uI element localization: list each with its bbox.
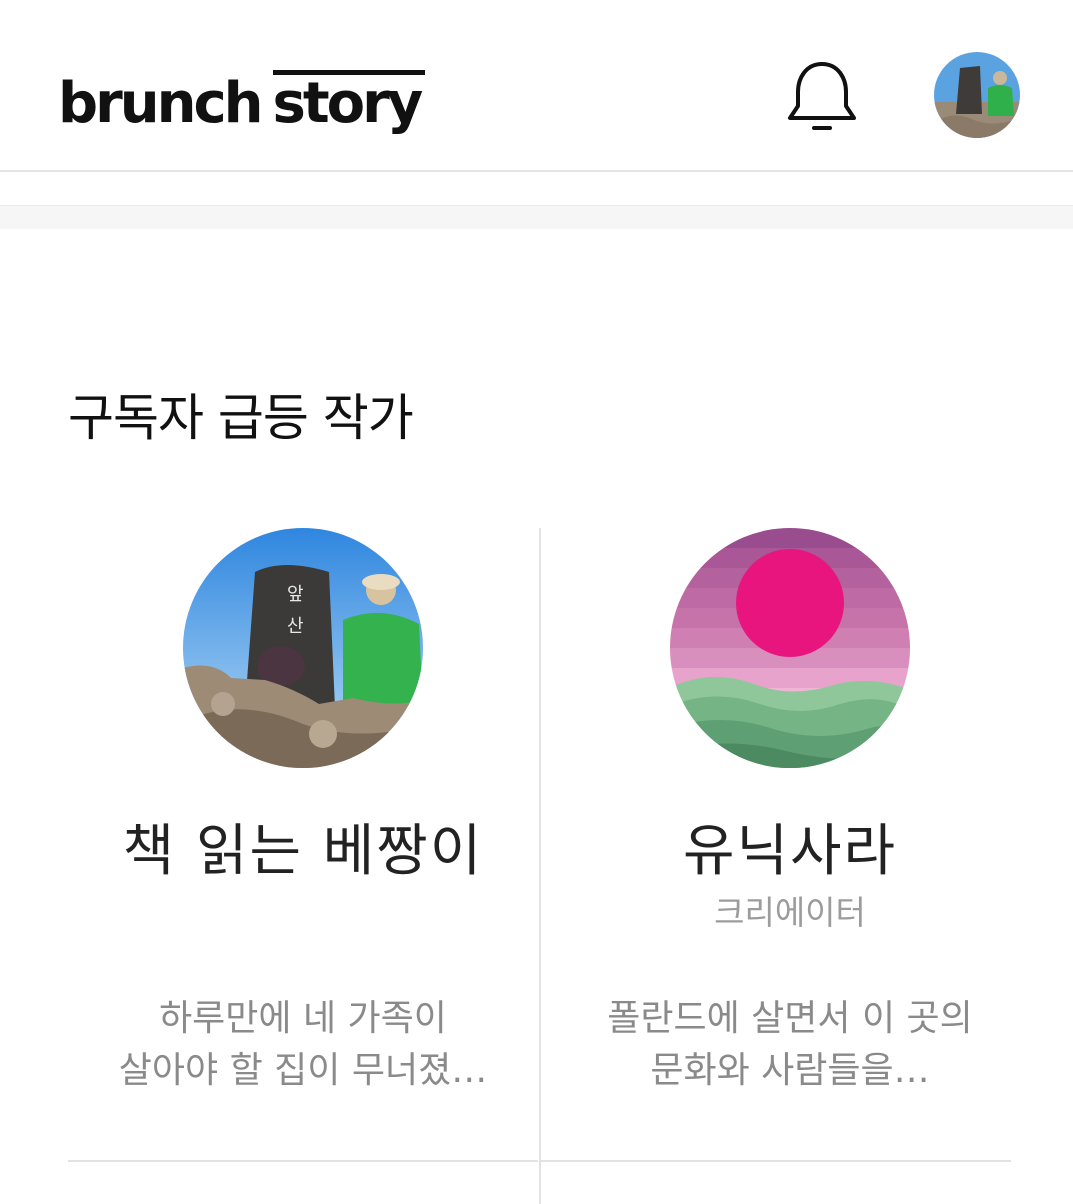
writer-card[interactable]: 유닉사라 크리에이터 폴란드에 살면서 이 곳의 문화와 사람들을… <box>555 528 1025 1097</box>
writer-name: 유닉사라 <box>682 819 898 884</box>
writer-card[interactable]: 앞 산 책 읽는 베짱이 하루만에 네 가족이 살아야 할 집이 무너졌… <box>68 528 538 1097</box>
logo-story-bar <box>272 70 425 75</box>
writer-name: 책 읽는 베짱이 <box>122 819 484 884</box>
writer-description-line: 살아야 할 집이 무너졌… <box>118 1050 488 1092</box>
brunch-story-logo[interactable]: brunch story <box>58 62 425 136</box>
svg-text:산: 산 <box>287 616 304 637</box>
row-divider-right <box>541 1160 1011 1162</box>
writer-avatar <box>670 528 910 768</box>
bell-icon[interactable] <box>784 58 860 134</box>
writer-description-line: 폴란드에 살면서 이 곳의 <box>607 998 973 1040</box>
writer-role-badge: 크리에이터 <box>714 893 866 933</box>
logo-story-group: story <box>272 70 425 132</box>
writer-description: 폴란드에 살면서 이 곳의 문화와 사람들을… <box>555 993 1025 1097</box>
writer-description: 하루만에 네 가족이 살아야 할 집이 무너졌… <box>68 993 538 1097</box>
writer-avatar: 앞 산 <box>183 528 423 768</box>
section-separator <box>0 205 1073 229</box>
section-title: 구독자 급등 작가 <box>68 389 414 447</box>
logo-story-text: story <box>272 71 424 136</box>
column-divider <box>539 528 541 1204</box>
profile-avatar[interactable] <box>934 52 1020 138</box>
top-app-bar: brunch story <box>0 0 1073 172</box>
writer-description-line: 문화와 사람들을… <box>650 1050 930 1092</box>
svg-text:앞: 앞 <box>287 584 304 605</box>
logo-brunch-text: brunch <box>58 71 263 136</box>
writer-description-line: 하루만에 네 가족이 <box>159 998 447 1040</box>
row-divider-left <box>68 1160 538 1162</box>
